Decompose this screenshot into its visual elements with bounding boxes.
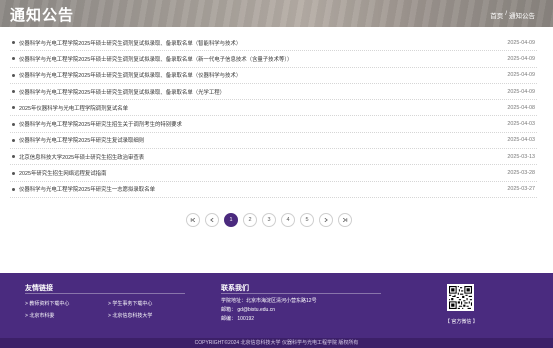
- list-item[interactable]: 北京信息科技大学2025年硕士研究生招生政治审查表 2025-03-13: [10, 149, 537, 166]
- page-button-3[interactable]: 3: [262, 213, 276, 227]
- notice-title[interactable]: 北京信息科技大学2025年硕士研究生招生政治审查表: [19, 153, 507, 161]
- last-page-button[interactable]: [338, 213, 352, 227]
- page-button-4[interactable]: 4: [281, 213, 295, 227]
- contact-address: 学院地址：北京市海淀区清河小营东路12号: [221, 298, 317, 304]
- pagination: 1 2 3 4 5: [186, 213, 352, 227]
- contact-heading: 联系我们: [221, 285, 249, 292]
- contact-divider: [221, 293, 381, 294]
- notice-title[interactable]: 仪器科学与光电工程学院2025年硕士研究生调剂复试拟录取、备录取名单（新一代电子…: [19, 55, 507, 63]
- bullet-icon: [12, 122, 15, 126]
- qr-label: 【 官方微信 】: [445, 319, 478, 325]
- notice-title[interactable]: 2025年仪器科学与光电工程学院调剂复试名单: [19, 104, 507, 112]
- notice-date: 2025-04-09: [507, 88, 535, 95]
- wechat-qr-code: [447, 284, 474, 311]
- bullet-icon: [12, 187, 15, 191]
- list-item[interactable]: 仪器科学与光电工程学院2025年硕士研究生调剂复试拟录取、备录取名单（光学工程）…: [10, 84, 537, 101]
- links-divider: [25, 293, 185, 294]
- page-button-1[interactable]: 1: [224, 213, 238, 227]
- qr-code-icon: [449, 286, 472, 309]
- footer-link[interactable]: > 教师资料下载中心: [25, 300, 69, 307]
- prev-page-icon: [210, 217, 214, 223]
- notice-date: 2025-03-28: [507, 170, 535, 177]
- bullet-icon: [12, 138, 15, 142]
- bullet-icon: [12, 41, 15, 45]
- breadcrumb-home[interactable]: 首页: [490, 10, 503, 20]
- link-marker-icon: >: [25, 313, 28, 319]
- notice-date: 2025-04-09: [507, 39, 535, 46]
- list-item[interactable]: 仪器科学与光电工程学院2025年研究生复试录取细则 2025-04-03: [10, 133, 537, 150]
- list-item[interactable]: 仪器科学与光电工程学院2025年研究生一志愿拟录取名单 2025-03-27: [10, 182, 537, 198]
- notice-date: 2025-04-09: [507, 55, 535, 62]
- links-heading: 友情链接: [25, 285, 53, 292]
- bullet-icon: [12, 73, 15, 77]
- last-page-icon: [342, 217, 348, 223]
- notice-title[interactable]: 仪器科学与光电工程学院2025年研究生复试录取细则: [19, 136, 507, 144]
- notice-title[interactable]: 仪器科学与光电工程学院2025年研究生招生关于调剂考生的特别要求: [19, 120, 507, 128]
- copyright: COPYRIGHT©2024 北京信息科技大学 仪器科学与光电工程学院 版权所有: [0, 338, 553, 348]
- list-item[interactable]: 仪器科学与光电工程学院2025年硕士研究生调剂复试拟录取、备录取名单（智能科学与…: [10, 35, 537, 52]
- notice-date: 2025-04-09: [507, 72, 535, 79]
- bullet-icon: [12, 106, 15, 110]
- notice-date: 2025-03-27: [507, 186, 535, 193]
- notice-date: 2025-04-08: [507, 104, 535, 111]
- contact-postcode: 邮编： 100192: [221, 316, 255, 322]
- page-button-2[interactable]: 2: [243, 213, 257, 227]
- bullet-icon: [12, 171, 15, 175]
- notice-date: 2025-04-03: [507, 121, 535, 128]
- footer-link[interactable]: > 学生事务下载中心: [108, 300, 152, 307]
- notice-title[interactable]: 仪器科学与光电工程学院2025年研究生一志愿拟录取名单: [19, 185, 507, 193]
- link-marker-icon: >: [108, 301, 111, 307]
- page-banner: 通知公告 首页 / 通知公告: [0, 0, 553, 27]
- list-item[interactable]: 仪器科学与光电工程学院2025年硕士研究生调剂复试拟录取、备录取名单（新一代电子…: [10, 51, 537, 68]
- next-page-button[interactable]: [319, 213, 333, 227]
- bullet-icon: [12, 155, 15, 159]
- breadcrumb: 首页 / 通知公告: [490, 10, 535, 20]
- next-page-icon: [324, 217, 328, 223]
- page-button-5[interactable]: 5: [300, 213, 314, 227]
- notice-list: 仪器科学与光电工程学院2025年硕士研究生调剂复试拟录取、备录取名单（智能科学与…: [10, 35, 537, 198]
- footer-link[interactable]: > 北京市科委: [25, 312, 54, 319]
- first-page-button[interactable]: [186, 213, 200, 227]
- list-item[interactable]: 2025年研究生招生网络远程复试指南 2025-03-28: [10, 165, 537, 182]
- notice-date: 2025-04-03: [507, 137, 535, 144]
- list-item[interactable]: 仪器科学与光电工程学院2025年研究生招生关于调剂考生的特别要求 2025-04-…: [10, 116, 537, 133]
- notice-title[interactable]: 仪器科学与光电工程学院2025年硕士研究生调剂复试拟录取、备录取名单（光学工程）: [19, 88, 507, 96]
- list-item[interactable]: 仪器科学与光电工程学院2025年硕士研究生调剂复试拟录取、备录取名单（仪器科学与…: [10, 68, 537, 84]
- notice-title[interactable]: 仪器科学与光电工程学院2025年硕士研究生调剂复试拟录取、备录取名单（智能科学与…: [19, 39, 507, 47]
- breadcrumb-current[interactable]: 通知公告: [509, 10, 535, 20]
- page-title: 通知公告: [10, 7, 75, 24]
- notice-date: 2025-03-13: [507, 153, 535, 160]
- notice-title[interactable]: 2025年研究生招生网络远程复试指南: [19, 169, 507, 177]
- contact-email: 邮箱： gd@bistu.edu.cn: [221, 307, 275, 313]
- bullet-icon: [12, 90, 15, 94]
- footer-link[interactable]: > 北京信息科技大学: [108, 312, 152, 319]
- first-page-icon: [190, 217, 196, 223]
- notice-title[interactable]: 仪器科学与光电工程学院2025年硕士研究生调剂复试拟录取、备录取名单（仪器科学与…: [19, 71, 507, 79]
- list-item[interactable]: 2025年仪器科学与光电工程学院调剂复试名单 2025-04-08: [10, 100, 537, 117]
- bullet-icon: [12, 57, 15, 61]
- link-marker-icon: >: [25, 301, 28, 307]
- prev-page-button[interactable]: [205, 213, 219, 227]
- link-marker-icon: >: [108, 313, 111, 319]
- breadcrumb-separator: /: [505, 10, 507, 17]
